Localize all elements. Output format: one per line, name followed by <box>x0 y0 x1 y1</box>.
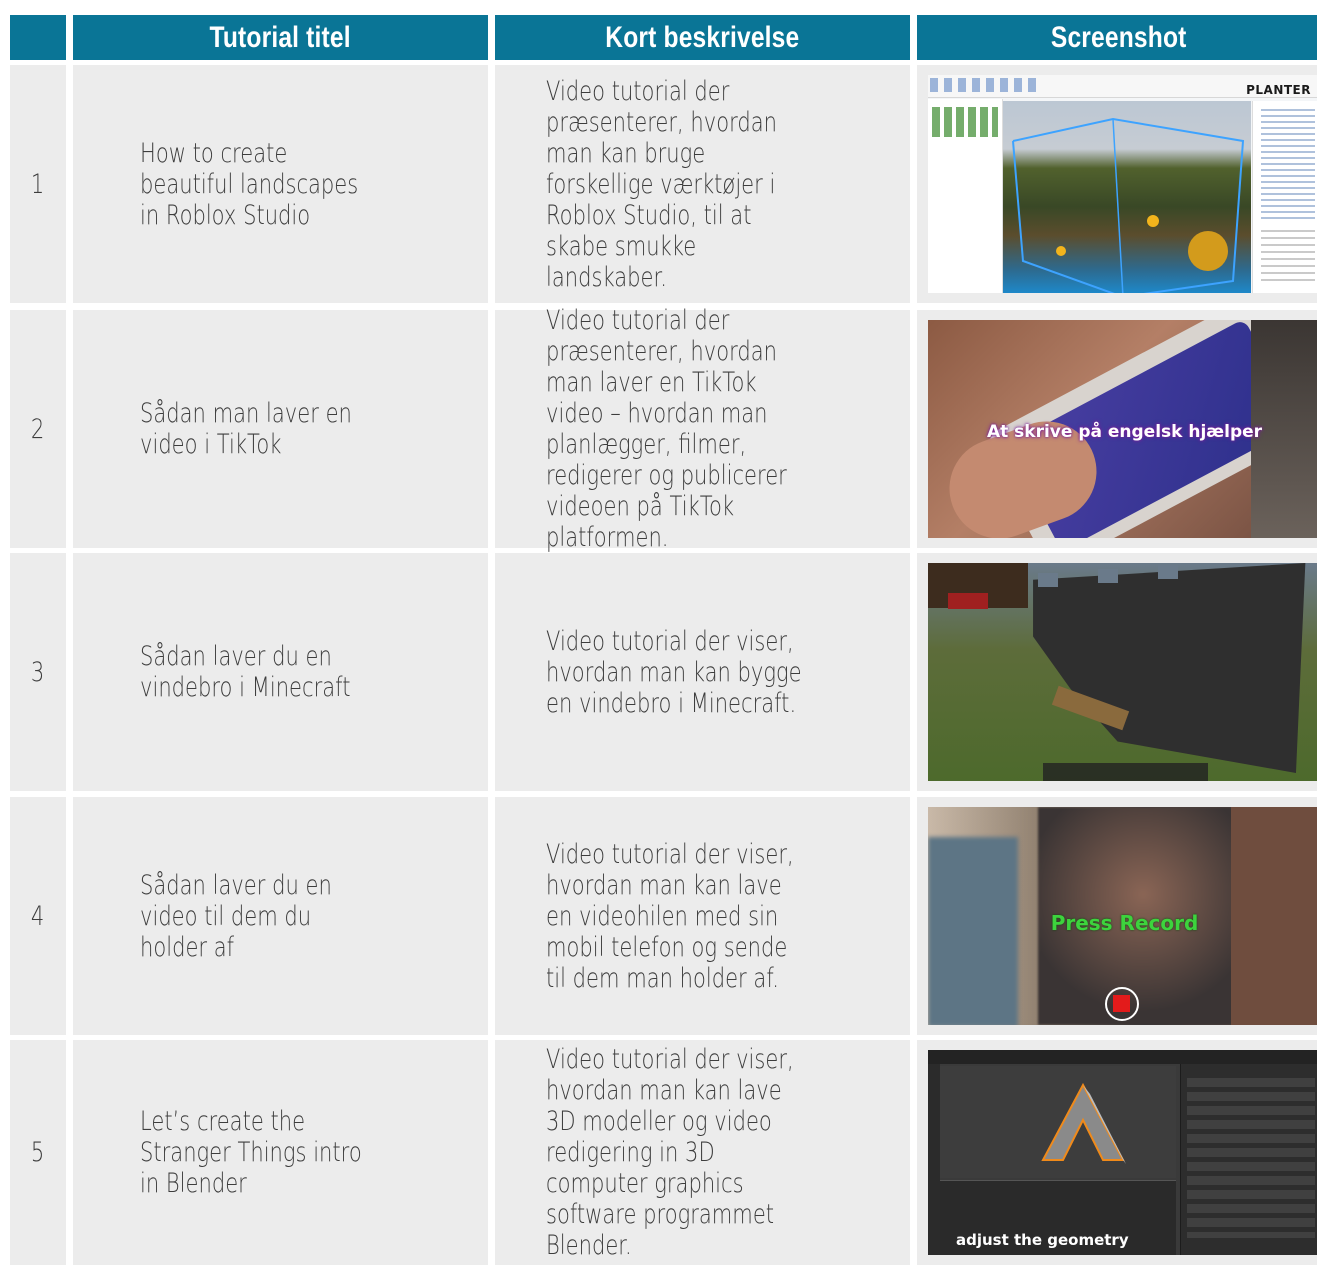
header-cell-screenshot: Screenshot <box>917 15 1317 60</box>
tiktok-screenshot: At skrive på engelsk hjælper <box>928 320 1317 538</box>
table-row: 3 Sådan laver du en vindebro i Minecraft… <box>10 553 1317 791</box>
screenshot-caption: PLANTER <box>1246 83 1311 97</box>
row-number: 5 <box>10 1040 66 1265</box>
header-title-label: Tutorial titel <box>209 20 352 54</box>
row-number: 4 <box>10 797 66 1035</box>
header-cell-title: Tutorial titel <box>73 15 488 60</box>
minecraft-screenshot <box>928 563 1317 781</box>
table-row: 4 Sådan laver du en video til dem du hol… <box>10 797 1317 1035</box>
row-title: Sådan laver du en vindebro i Minecraft <box>73 553 488 791</box>
3d-model-shape <box>1041 1082 1126 1164</box>
row-description: Video tutorial der viser, hvordan man ka… <box>495 797 910 1035</box>
row-screenshot: At skrive på engelsk hjælper <box>917 310 1317 548</box>
row-description: Video tutorial der præsenterer, hvordan … <box>495 65 910 303</box>
row-title: Sådan man laver en video i TikTok <box>73 310 488 548</box>
header-cell-description: Kort beskrivelse <box>495 15 910 60</box>
table-row: 1 How to create beautiful landscapes in … <box>10 65 1317 303</box>
phone-video-screenshot: Press Record <box>928 807 1317 1025</box>
blender-screenshot: adjust the geometry <box>928 1050 1317 1255</box>
row-title: Let’s create the Stranger Things intro i… <box>73 1040 488 1265</box>
row-description: Video tutorial der viser, hvordan man ka… <box>495 553 910 791</box>
table-row: 5 Let’s create the Stranger Things intro… <box>10 1040 1317 1265</box>
roblox-studio-screenshot: PLANTER <box>928 75 1317 293</box>
row-screenshot: Press Record <box>917 797 1317 1035</box>
header-screenshot-label: Screenshot <box>1051 20 1187 54</box>
table-header-row: Tutorial titel Kort beskrivelse Screensh… <box>10 15 1317 60</box>
screenshot-caption: At skrive på engelsk hjælper <box>986 422 1263 442</box>
row-screenshot <box>917 553 1317 791</box>
row-screenshot: adjust the geometry <box>917 1040 1317 1265</box>
row-description: Video tutorial der viser, hvordan man ka… <box>495 1040 910 1265</box>
table-row: 2 Sådan man laver en video i TikTok Vide… <box>10 305 1317 553</box>
row-title: How to create beautiful landscapes in Ro… <box>73 65 488 303</box>
screenshot-caption: adjust the geometry <box>956 1231 1129 1249</box>
row-screenshot: PLANTER <box>917 65 1317 303</box>
terrain-selection-box <box>1012 117 1245 293</box>
header-cell-number <box>10 15 66 60</box>
row-number: 2 <box>10 310 66 548</box>
row-description: Video tutorial der præsenterer, hvordan … <box>495 305 910 553</box>
row-number: 3 <box>10 553 66 791</box>
screenshot-caption: Press Record <box>1050 911 1199 935</box>
header-description-label: Kort beskrivelse <box>605 20 800 54</box>
row-title: Sådan laver du en video til dem du holde… <box>73 797 488 1035</box>
row-number: 1 <box>10 65 66 303</box>
